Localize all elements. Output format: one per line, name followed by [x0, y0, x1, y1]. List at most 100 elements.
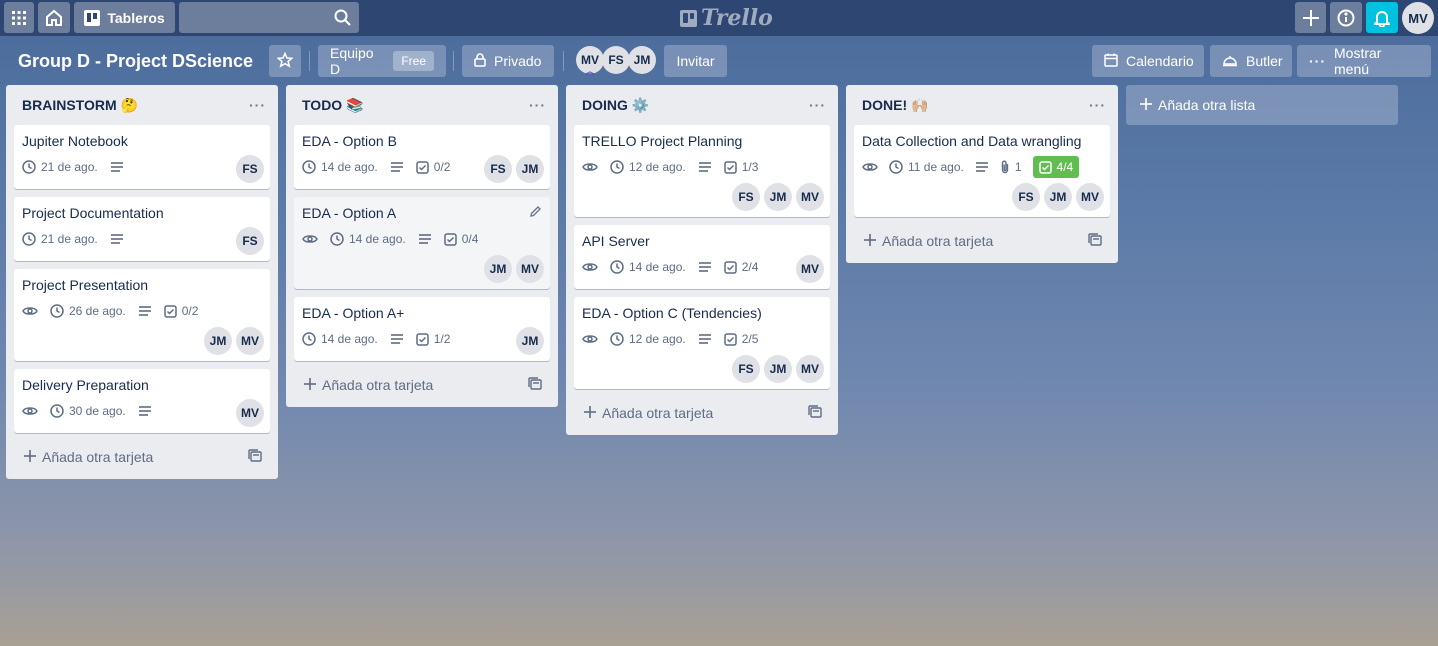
- search-input[interactable]: [179, 2, 359, 33]
- card-template-icon[interactable]: [1088, 233, 1102, 249]
- list-title[interactable]: DOING ⚙️: [582, 97, 649, 114]
- member-avatar[interactable]: MV: [1076, 183, 1104, 211]
- header-divider: [453, 51, 454, 71]
- card[interactable]: EDA - Option A+ 14 de ago. 1/2 JM: [294, 297, 550, 361]
- header-divider: [563, 51, 564, 71]
- member-avatar[interactable]: FS: [484, 155, 512, 183]
- card[interactable]: Data Collection and Data wrangling 11 de…: [854, 125, 1110, 217]
- card-members: JM: [516, 327, 544, 355]
- checkbox-icon: [163, 304, 177, 318]
- butler-label: Butler: [1246, 53, 1283, 69]
- due-date-badge: 14 de ago.: [302, 332, 378, 346]
- grid-icon: [12, 10, 26, 25]
- member-avatar[interactable]: MV: [796, 355, 824, 383]
- list-title[interactable]: BRAINSTORM 🤔: [22, 97, 138, 114]
- card[interactable]: TRELLO Project Planning 12 de ago. 1/3 F…: [574, 125, 830, 217]
- info-button[interactable]: [1330, 2, 1362, 33]
- card-template-icon[interactable]: [808, 405, 822, 421]
- visibility-button[interactable]: Privado: [462, 45, 554, 77]
- clock-icon: [610, 260, 624, 274]
- member-avatar[interactable]: FS: [236, 227, 264, 255]
- card-title: API Server: [582, 233, 650, 249]
- card-badges: 21 de ago.: [22, 157, 124, 177]
- card[interactable]: Project Documentation 21 de ago. FS: [14, 197, 270, 261]
- notifications-button[interactable]: [1366, 2, 1398, 33]
- add-card-button[interactable]: Añada otra tarjeta: [14, 443, 270, 471]
- card-members: FS: [236, 155, 264, 183]
- due-date-badge: 12 de ago.: [610, 332, 686, 346]
- card-badges: 14 de ago. 2/4: [582, 257, 758, 277]
- due-date-badge: 14 de ago.: [330, 232, 406, 246]
- member-avatar[interactable]: MV: [236, 327, 264, 355]
- list-menu-icon[interactable]: ···: [249, 97, 266, 113]
- card-title: EDA - Option C (Tendencies): [582, 305, 762, 321]
- plus-icon: [304, 377, 316, 393]
- create-button[interactable]: [1295, 2, 1326, 33]
- member-avatar[interactable]: FS: [1012, 183, 1040, 211]
- board-title[interactable]: Group D - Project DScience: [18, 49, 253, 73]
- card-template-icon[interactable]: [528, 377, 542, 393]
- list-menu-icon[interactable]: ···: [1089, 97, 1106, 113]
- card-title: EDA - Option A+: [302, 305, 405, 321]
- card[interactable]: EDA - Option B 14 de ago. 0/2 FS JM: [294, 125, 550, 189]
- list-menu-icon[interactable]: ···: [529, 97, 546, 113]
- show-menu-button[interactable]: ··· Mostrar menú: [1297, 45, 1431, 77]
- card-badges: 12 de ago. 2/5: [582, 329, 758, 349]
- add-card-button[interactable]: Añada otra tarjeta: [854, 227, 1110, 255]
- card-template-icon[interactable]: [248, 449, 262, 465]
- invite-button[interactable]: Invitar: [664, 45, 727, 77]
- paperclip-icon: [1000, 160, 1010, 174]
- card[interactable]: EDA - Option C (Tendencies) 12 de ago. 2…: [574, 297, 830, 389]
- member-avatar[interactable]: MV: [796, 183, 824, 211]
- search-icon: [334, 9, 351, 26]
- member-avatar[interactable]: JM: [484, 255, 512, 283]
- list-done: DONE! 🙌🏼 ··· Data Collection and Data wr…: [846, 85, 1118, 263]
- butler-button[interactable]: Butler: [1210, 45, 1292, 77]
- add-list-button[interactable]: Añada otra lista: [1126, 85, 1398, 125]
- card[interactable]: EDA - Option A 14 de ago. 0/4 JM MV: [294, 197, 550, 289]
- member-avatar[interactable]: JM: [764, 355, 792, 383]
- member-avatar[interactable]: FS: [732, 183, 760, 211]
- checklist-badge: 1/2: [415, 332, 450, 346]
- card[interactable]: Jupiter Notebook 21 de ago. FS: [14, 125, 270, 189]
- board-member-avatar[interactable]: JM: [628, 46, 656, 74]
- member-avatar[interactable]: MV: [236, 399, 264, 427]
- calendar-button[interactable]: Calendario: [1092, 45, 1204, 77]
- trello-logo-text: Trello: [701, 5, 773, 31]
- card-title: TRELLO Project Planning: [582, 133, 743, 149]
- card[interactable]: API Server 14 de ago. 2/4 MV: [574, 225, 830, 289]
- card-members: FS: [236, 227, 264, 255]
- member-avatar[interactable]: MV: [516, 255, 544, 283]
- checklist-badge: 2/4: [723, 260, 758, 274]
- star-board-button[interactable]: [269, 45, 301, 77]
- member-avatar[interactable]: JM: [764, 183, 792, 211]
- member-avatar[interactable]: JM: [516, 155, 544, 183]
- boards-button[interactable]: Tableros: [74, 2, 175, 33]
- card[interactable]: Delivery Preparation 30 de ago. MV: [14, 369, 270, 433]
- board-member-avatar[interactable]: FS: [602, 46, 630, 74]
- member-avatar[interactable]: JM: [1044, 183, 1072, 211]
- plus-icon: [864, 233, 876, 249]
- list-title[interactable]: DONE! 🙌🏼: [862, 97, 928, 114]
- member-avatar[interactable]: JM: [516, 327, 544, 355]
- list-menu-icon[interactable]: ···: [809, 97, 826, 113]
- add-card-button[interactable]: Añada otra tarjeta: [294, 371, 550, 399]
- team-button[interactable]: Equipo D Free: [318, 45, 446, 77]
- member-avatar[interactable]: JM: [204, 327, 232, 355]
- member-avatar[interactable]: MV: [796, 255, 824, 283]
- member-avatar[interactable]: FS: [236, 155, 264, 183]
- home-button[interactable]: [38, 2, 70, 33]
- admin-chevron-icon: ︽: [586, 67, 594, 76]
- member-avatar[interactable]: FS: [732, 355, 760, 383]
- user-avatar[interactable]: MV: [1402, 2, 1434, 34]
- list-title[interactable]: TODO 📚: [302, 97, 364, 114]
- clock-icon: [22, 160, 36, 174]
- board-member-avatar[interactable]: MV ︽: [576, 46, 604, 76]
- pencil-icon[interactable]: [529, 205, 542, 223]
- info-icon: [1337, 9, 1355, 27]
- card[interactable]: Project Presentation 26 de ago. 0/2 JM M…: [14, 269, 270, 361]
- card-badges: 12 de ago. 1/3: [582, 157, 758, 177]
- trello-logo[interactable]: Trello: [680, 5, 773, 31]
- add-card-button[interactable]: Añada otra tarjeta: [574, 399, 830, 427]
- apps-grid-button[interactable]: [4, 2, 34, 33]
